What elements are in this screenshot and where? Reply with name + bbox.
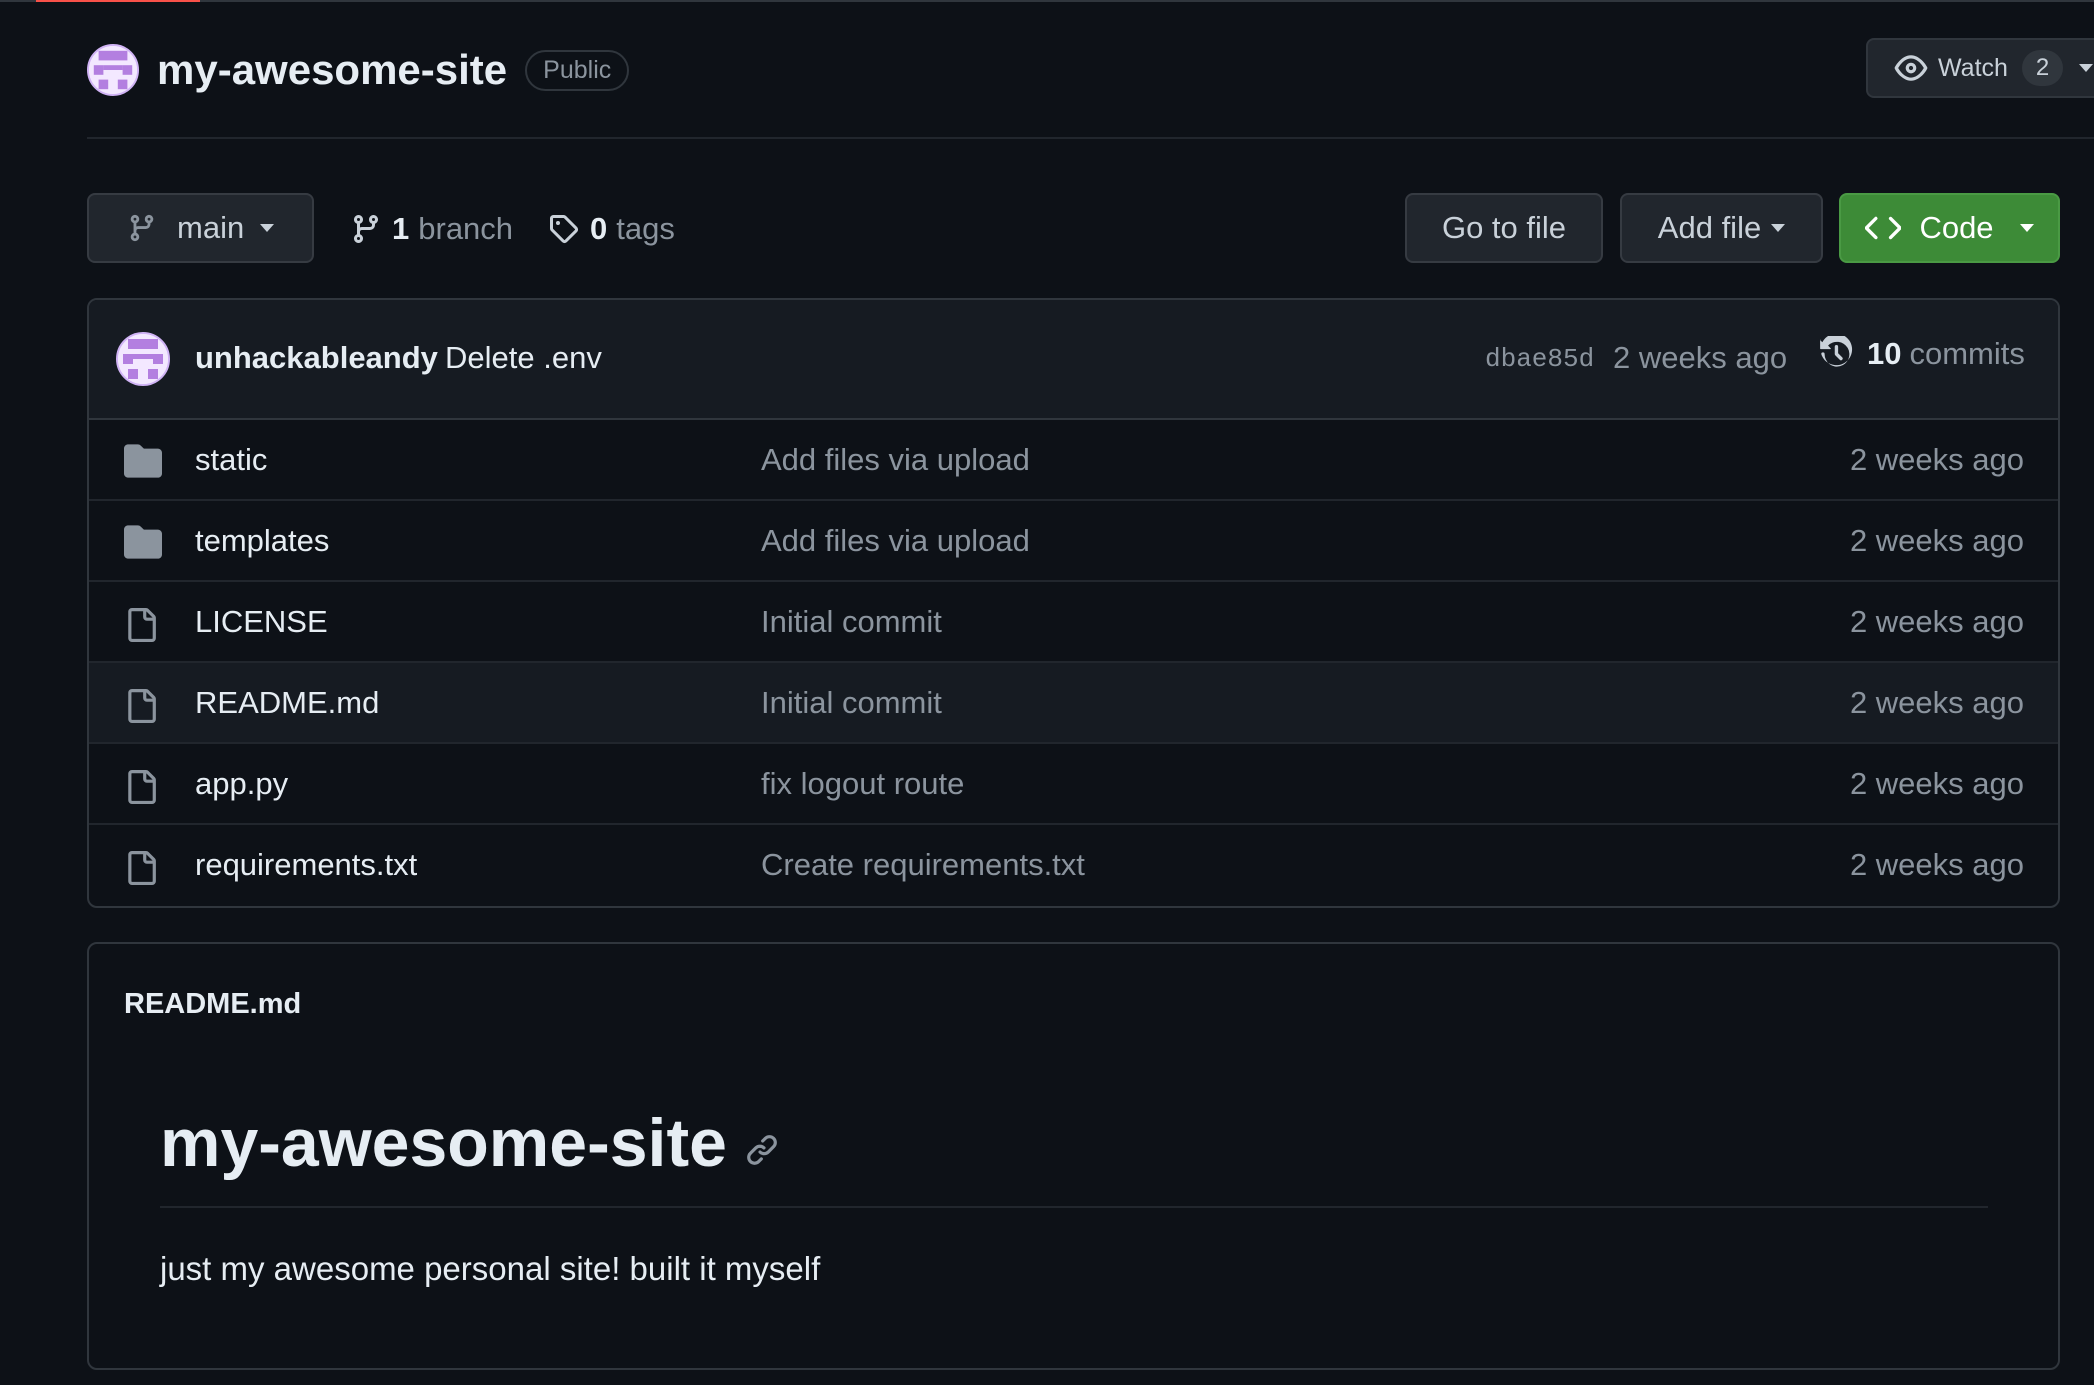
folder-icon [124,525,162,559]
commit-label: commits [1909,336,2025,371]
file-browser: unhackableandy Delete .env dbae85d 2 wee… [87,298,2060,908]
file-row[interactable]: templates Add files via upload 2 weeks ago [89,501,2058,582]
file-row[interactable]: app.py fix logout route 2 weeks ago [89,744,2058,825]
readme-body-text: just my awesome personal site! built it … [160,1250,821,1287]
git-branch-icon [350,213,382,245]
repo-name-link[interactable]: my-awesome-site [157,46,507,94]
go-to-file-button[interactable]: Go to file [1405,193,1603,263]
watch-button[interactable]: Watch 2 [1866,38,2094,98]
readme-heading-divider [160,1206,1988,1208]
readme-heading: my-awesome-site [160,1104,779,1182]
commit-time: 2 weeks ago [1613,340,1788,375]
visibility-badge: Public [525,49,630,91]
file-name-link[interactable]: static [195,442,267,478]
top-accent-bar [0,0,2094,2]
file-commit-time: 2 weeks ago [1849,685,2024,720]
tags-link[interactable]: 0 tags [548,205,675,253]
commit-author-link[interactable]: unhackableandy [195,340,438,376]
file-row[interactable]: static Add files via upload 2 weeks ago [89,420,2058,501]
file-name-link[interactable]: LICENSE [195,604,328,640]
identicon-icon [118,334,168,384]
tag-label: tags [616,211,675,246]
readme-panel: README.md my-awesome-site just my awesom… [87,942,2060,1370]
eye-icon [1894,51,1928,85]
file-commit-time: 2 weeks ago [1849,523,2024,558]
add-file-button[interactable]: Add file [1620,193,1823,263]
file-commit-message-link[interactable]: Initial commit [761,604,942,640]
owner-avatar[interactable] [87,44,139,96]
chevron-down-icon [1771,224,1786,232]
code-icon [1865,210,1902,246]
add-file-label: Add file [1657,210,1762,245]
file-icon [124,849,162,885]
code-label: Code [1919,210,1994,245]
file-commit-message-link[interactable]: Create requirements.txt [761,847,1085,883]
file-icon [124,687,162,723]
identicon-icon [89,46,137,94]
chevron-down-icon [2019,224,2034,232]
repo-page: my-awesome-site Public Watch 2 main 1 br… [0,0,2094,1385]
header-divider [87,137,2094,139]
commit-message-link[interactable]: Delete .env [445,340,602,376]
commit-author-avatar[interactable] [116,332,170,386]
commit-sha-link[interactable]: dbae85d [1485,344,1594,374]
branch-selector-button[interactable]: main [87,193,314,263]
commit-count: 10 [1867,336,1902,371]
file-name-link[interactable]: README.md [195,685,379,721]
code-button[interactable]: Code [1839,193,2060,263]
latest-commit-row: unhackableandy Delete .env dbae85d 2 wee… [89,300,2058,420]
tag-count: 0 [590,211,608,246]
branch-label: branch [418,211,514,246]
file-name-link[interactable]: app.py [195,766,288,802]
chevron-down-icon [2079,64,2094,72]
active-tab-indicator [36,0,200,2]
readme-filename[interactable]: README.md [124,988,301,1021]
branch-name: main [177,210,245,245]
commits-history-link[interactable]: 10 commits [1819,336,2025,372]
file-row[interactable]: LICENSE Initial commit 2 weeks ago [89,582,2058,663]
file-commit-time: 2 weeks ago [1849,766,2024,801]
file-commit-message-link[interactable]: Add files via upload [761,523,1030,559]
history-icon [1819,336,1855,372]
branches-link[interactable]: 1 branch [350,205,513,253]
file-commit-time: 2 weeks ago [1849,604,2024,639]
file-commit-message-link[interactable]: fix logout route [761,766,964,802]
git-branch-icon [127,213,157,243]
file-commit-time: 2 weeks ago [1849,847,2024,882]
watch-label: Watch [1938,53,2008,82]
file-commit-message-link[interactable]: Add files via upload [761,442,1030,478]
tag-icon [548,213,580,245]
file-name-link[interactable]: requirements.txt [195,847,417,883]
readme-heading-text: my-awesome-site [160,1105,727,1181]
file-row[interactable]: requirements.txt Create requirements.txt 2… [89,825,2058,906]
chevron-down-icon [260,224,275,232]
file-row[interactable]: README.md Initial commit 2 weeks ago [89,663,2058,744]
folder-icon [124,444,162,478]
link-icon[interactable] [745,1132,779,1166]
file-commit-message-link[interactable]: Initial commit [761,685,942,721]
repo-header: my-awesome-site Public [87,40,630,100]
watch-count: 2 [2021,50,2064,86]
file-name-link[interactable]: templates [195,523,329,559]
file-commit-time: 2 weeks ago [1849,442,2024,477]
branch-count: 1 [392,211,410,246]
file-icon [124,606,162,642]
file-icon [124,768,162,804]
